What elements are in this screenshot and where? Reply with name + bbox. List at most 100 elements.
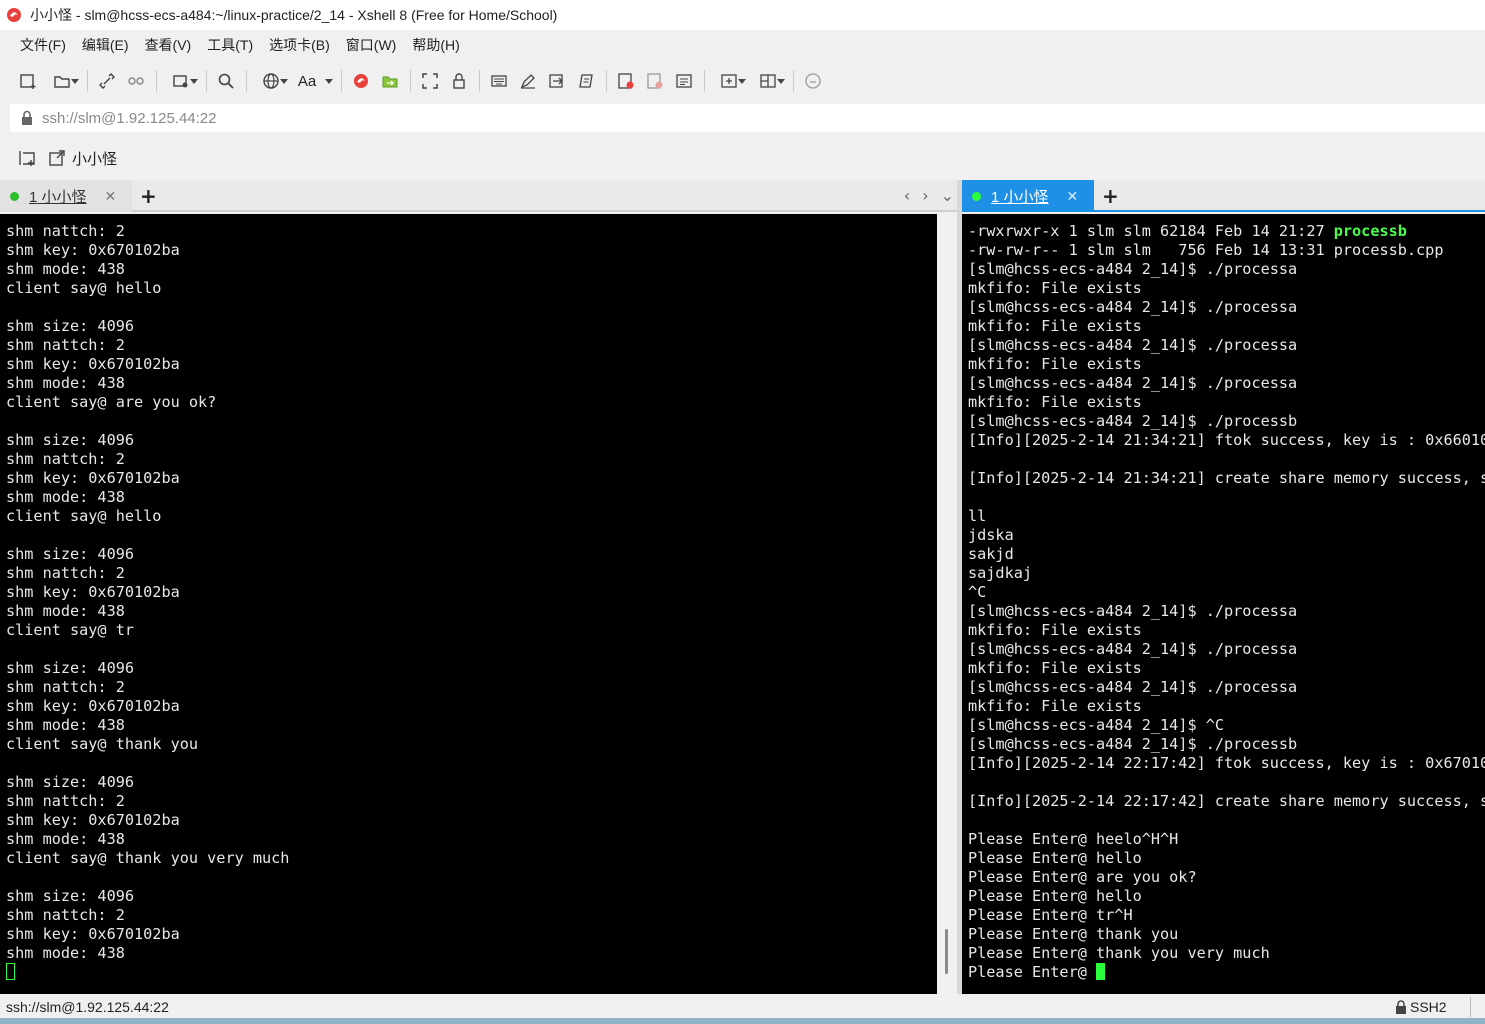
reconnect-button[interactable]	[93, 67, 121, 95]
cursor-icon	[1096, 963, 1106, 980]
lock-icon	[1396, 1000, 1406, 1014]
session-properties-button[interactable]	[162, 67, 200, 95]
terminal-left[interactable]: shm nattch: 2 shm key: 0x670102ba shm mode…	[0, 214, 937, 994]
tab-navigation: ‹ › ⌄	[904, 186, 954, 205]
add-link-button[interactable]	[16, 147, 38, 169]
pen-icon	[520, 74, 535, 89]
script-button[interactable]	[572, 67, 600, 95]
close-tab-icon[interactable]: ✕	[1067, 188, 1079, 205]
add-tab-button[interactable]: +	[1102, 184, 1119, 208]
connected-status-icon	[10, 191, 19, 201]
terminal-line: shm size: 4096	[6, 773, 135, 791]
scrollbar-thumb[interactable]	[945, 929, 948, 974]
terminal-line: [Info][2025-2-14 21:34:21] ftok success,…	[968, 431, 1485, 449]
terminal-line: shm key: 0x670102ba	[6, 355, 180, 373]
xftp-logo-icon	[354, 74, 368, 88]
menu-edit[interactable]: 编辑(E)	[74, 35, 137, 55]
menu-tabs[interactable]: 选项卡(B)	[261, 35, 338, 55]
terminal-line: Please Enter@ tr^H	[968, 906, 1133, 924]
right-tab-bar: 1 小小怪 ✕ +	[962, 180, 1485, 212]
terminal-line: jdska	[968, 526, 1014, 544]
tab-session-right[interactable]: 1 小小怪 ✕	[962, 180, 1094, 212]
toolbar-separator	[606, 70, 607, 92]
notes-icon	[676, 74, 692, 88]
close-tab-icon[interactable]: ✕	[105, 188, 117, 205]
layout-button[interactable]	[749, 67, 787, 95]
terminal-line: shm mode: 438	[6, 716, 125, 734]
terminal-line: shm mode: 438	[6, 602, 125, 620]
tab-number: 1	[991, 188, 1000, 206]
address-input[interactable]	[42, 109, 642, 127]
lock-icon	[453, 73, 465, 89]
terminal-line: shm key: 0x670102ba	[6, 469, 180, 487]
file-listing: -rwxrwxr-x 1 slm slm 62184 Feb 14 21:27	[968, 222, 1334, 240]
terminal-line: shm mode: 438	[6, 488, 125, 506]
chevron-down-icon[interactable]: ⌄	[941, 186, 954, 205]
add-tab-button[interactable]: +	[140, 184, 157, 208]
session-link[interactable]: 小小怪	[72, 148, 117, 169]
tab-session-left[interactable]: 1 小小怪 ✕	[0, 180, 132, 212]
toolbar-separator	[793, 70, 794, 92]
menu-view[interactable]: 查看(V)	[137, 35, 200, 55]
font-icon: Aa	[297, 72, 317, 90]
xftp-button[interactable]	[347, 67, 375, 95]
terminal-line: Please Enter@ hello	[968, 849, 1142, 867]
terminal-line: client say@ tr	[6, 621, 135, 639]
chat-button[interactable]	[799, 67, 827, 95]
terminal-line: shm size: 4096	[6, 887, 135, 905]
terminal-line: -rw-rw-r-- 1 slm slm 756 Feb 14 13:31 pr…	[968, 241, 1485, 260]
terminal-line: shm nattch: 2	[6, 564, 125, 582]
tab-prev-icon[interactable]: ‹	[904, 186, 910, 205]
terminal-line: [slm@hcss-ecs-a484 2_14]$ ./processa	[968, 374, 1298, 392]
terminal-line: client say@ thank you very much	[6, 849, 290, 867]
menu-window[interactable]: 窗口(W)	[338, 35, 405, 55]
terminal-line: shm key: 0x670102ba	[6, 697, 180, 715]
terminal-right[interactable]: -rwxrwxr-x 1 slm slm 62184 Feb 14 21:27 …	[962, 214, 1485, 994]
new-session-button[interactable]	[14, 67, 42, 95]
terminal-line: [slm@hcss-ecs-a484 2_14]$ ./processb	[968, 412, 1298, 430]
toolbar-separator	[479, 70, 480, 92]
terminal-line: shm mode: 438	[6, 830, 125, 848]
log-start-button[interactable]	[612, 67, 640, 95]
menu-help[interactable]: 帮助(H)	[404, 35, 467, 55]
terminal-line: mkfifo: File exists	[968, 279, 1142, 297]
notes-button[interactable]	[670, 67, 698, 95]
terminal-line: mkfifo: File exists	[968, 393, 1142, 411]
menu-tools[interactable]: 工具(T)	[199, 35, 261, 55]
reconnect-icon	[99, 73, 115, 89]
send-button[interactable]	[543, 67, 571, 95]
open-session-button[interactable]	[43, 67, 81, 95]
compose-button[interactable]	[514, 67, 542, 95]
file-listing: -rw-rw-r-- 1 slm slm 756 Feb 14 13:31 pr…	[968, 241, 1444, 259]
terminal-line: shm nattch: 2	[6, 222, 125, 240]
new-tab-button[interactable]	[710, 67, 748, 95]
terminal-line: mkfifo: File exists	[968, 317, 1142, 335]
tab-next-icon[interactable]: ›	[922, 186, 928, 205]
toolbar-separator	[246, 70, 247, 92]
terminal-line: client say@ thank you	[6, 735, 199, 753]
terminal-line: [slm@hcss-ecs-a484 2_14]$ ./processa	[968, 260, 1298, 278]
terminal-line: [slm@hcss-ecs-a484 2_14]$ ./processa	[968, 640, 1298, 658]
fullscreen-button[interactable]	[416, 67, 444, 95]
left-tab-bar: 1 小小怪 ✕ + ‹ › ⌄	[0, 180, 960, 212]
terminal-line: [slm@hcss-ecs-a484 2_14]$ ./processa	[968, 678, 1298, 696]
font-button[interactable]: Aa	[291, 67, 335, 95]
lock-button[interactable]	[445, 67, 473, 95]
fullscreen-icon	[422, 73, 438, 89]
disconnect-button[interactable]	[122, 67, 150, 95]
encoding-button[interactable]	[252, 67, 290, 95]
log-stop-button[interactable]	[641, 67, 669, 95]
menu-file[interactable]: 文件(F)	[12, 35, 74, 55]
keyboard-button[interactable]	[485, 67, 513, 95]
terminal-line: shm size: 4096	[6, 545, 135, 563]
search-icon	[218, 73, 234, 89]
transfer-button[interactable]	[376, 67, 404, 95]
find-button[interactable]	[212, 67, 240, 95]
terminal-line: shm key: 0x670102ba	[6, 925, 180, 943]
terminal-line: shm mode: 438	[6, 260, 125, 278]
terminal-line: shm key: 0x670102ba	[6, 583, 180, 601]
scrollbar[interactable]	[937, 214, 957, 994]
terminal-line: sakjd	[968, 545, 1014, 563]
